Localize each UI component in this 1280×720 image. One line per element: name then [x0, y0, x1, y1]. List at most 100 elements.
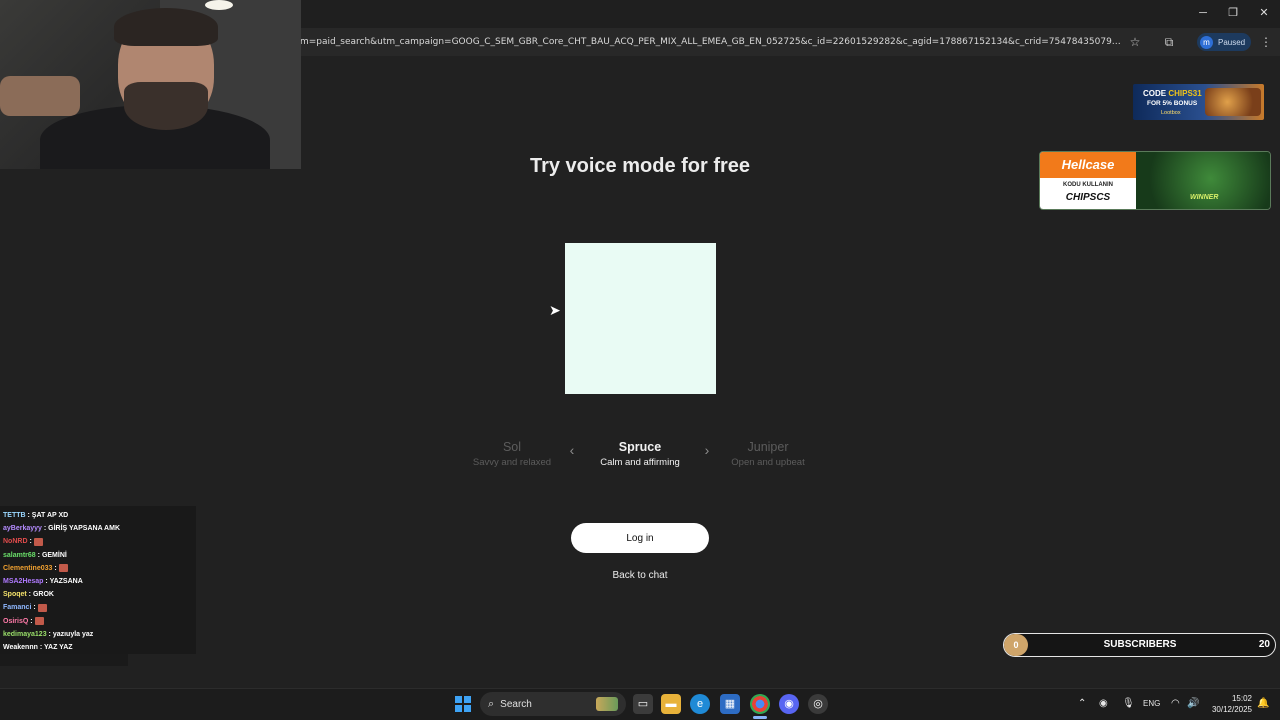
lootbox-ad-banner: CODE CHIPS31 FOR 5% BONUS Lootbox	[1133, 84, 1264, 120]
extensions-icon[interactable]: ⧉	[1160, 34, 1178, 50]
chevron-up-icon[interactable]: ⌃	[1078, 697, 1086, 711]
active-app-indicator	[753, 716, 767, 719]
chat-message: TETTB : ŞAT AP XD	[3, 510, 68, 521]
emote-icon	[33, 537, 43, 546]
restore-icon[interactable]: ❐	[1218, 4, 1248, 22]
url-field[interactable]: m=paid_search&utm_campaign=GOOG_C_SEM_GB…	[300, 34, 1122, 50]
hellcase-ad-banner: Hellcase KODU KULLANIN CHIPSCS WINNER	[1039, 151, 1271, 210]
discord-icon[interactable]: ◉	[779, 694, 799, 714]
chat-text: YAZ YAZ	[44, 644, 73, 651]
profile-avatar: m	[1200, 35, 1213, 49]
ad-code: CHIPS31	[1168, 89, 1202, 98]
emote-icon	[37, 603, 47, 612]
chat-text: ŞAT AP XD	[31, 512, 69, 519]
wifi-icon[interactable]: ◠	[1171, 697, 1180, 711]
voice-option-next[interactable]: Juniper Open and upbeat	[708, 440, 828, 470]
chat-message: Clementine033 :	[3, 563, 68, 574]
chat-separator: :	[52, 564, 59, 572]
webcam-lamp	[205, 0, 233, 10]
chat-username: Clementine033	[3, 564, 53, 572]
profile-status: Paused	[1218, 37, 1246, 47]
chat-username: kedimaya123	[3, 630, 47, 638]
chat-separator: :	[27, 538, 34, 546]
taskbar-clock[interactable]: 15:02 30/12/2025	[1196, 693, 1252, 715]
ad-code-prefix: CODE	[1143, 89, 1167, 98]
hellcase-code: CHIPSCS	[1065, 192, 1111, 203]
chat-text: yazıuyla yaz	[52, 630, 94, 638]
chat-message: Spoqet : GROK	[3, 589, 54, 600]
chat-message: kedimaya123 : yazıuyla yaz	[3, 629, 93, 640]
voice-name: Sol	[502, 440, 522, 454]
chat-username: NoNRD	[3, 538, 28, 546]
voice-name: Juniper	[747, 440, 789, 454]
chrome-icon[interactable]	[750, 694, 770, 714]
ad-brand: Lootbox	[1161, 110, 1181, 116]
ad-bonus-text: FOR 5% BONUS	[1147, 100, 1198, 107]
emote-icon	[58, 563, 68, 572]
chat-text: GROK	[32, 591, 54, 599]
profile-button[interactable]: m Paused	[1197, 33, 1251, 51]
search-label: Search	[500, 698, 532, 710]
chat-message: Weakennn : YAZ YAZ	[3, 642, 73, 653]
chat-message: ayBerkayyy : GİRİŞ YAPSANA AMK	[3, 523, 120, 534]
chat-username: Weakennn	[3, 644, 38, 651]
menu-icon[interactable]: ⋮	[1257, 34, 1275, 50]
star-icon[interactable]: ☆	[1126, 34, 1144, 50]
emote-icon	[34, 616, 44, 625]
edge-icon[interactable]: e	[690, 694, 710, 714]
mouse-cursor-icon: ➤	[549, 302, 561, 318]
voice-preview-orb	[565, 243, 716, 394]
chat-username: Famanci	[3, 604, 32, 612]
language-indicator[interactable]: ENG	[1143, 697, 1160, 711]
subscriber-label: SUBSCRIBERS	[1103, 639, 1177, 650]
subscriber-goal: 20	[1258, 639, 1270, 650]
back-to-chat-link[interactable]: Back to chat	[580, 570, 700, 581]
windows-start-icon[interactable]	[455, 696, 471, 712]
taskbar-search[interactable]: ⌕ Search	[480, 692, 626, 716]
close-icon[interactable]: ✕	[1249, 4, 1279, 22]
webcam-person-beard	[124, 82, 208, 130]
chevron-left-icon[interactable]: ‹	[564, 442, 580, 458]
clock-time: 15:02	[1231, 694, 1252, 703]
search-highlight-image	[596, 697, 618, 711]
webcam-sofa	[0, 76, 80, 116]
store-icon[interactable]: ▦	[720, 694, 740, 714]
microphone-icon[interactable]: 🎙	[1122, 697, 1135, 711]
search-icon: ⌕	[488, 697, 495, 710]
voice-option-current[interactable]: Spruce Calm and affirming	[580, 440, 700, 470]
chat-username: salamtr68	[3, 551, 36, 559]
voice-description: Savvy and relaxed	[472, 457, 552, 468]
chat-message: NoNRD :	[3, 536, 43, 547]
obs-icon[interactable]: ◎	[808, 694, 828, 714]
chat-username: MSA2Hesap	[3, 578, 44, 585]
chat-text: GİRİŞ YAPSANA AMK	[48, 525, 121, 533]
gems-image	[1205, 88, 1261, 116]
file-explorer-icon[interactable]: ▬	[661, 694, 681, 714]
notification-icon[interactable]: 🔔	[1257, 697, 1269, 711]
winner-badge: WINNER	[1190, 194, 1219, 201]
page-title: Try voice mode for free	[529, 155, 751, 177]
voice-option-prev[interactable]: Sol Savvy and relaxed	[452, 440, 572, 470]
chat-text: YAZSANA	[49, 578, 83, 585]
subscriber-count: 0	[1004, 634, 1028, 656]
chat-message: OsirisQ :	[3, 616, 44, 627]
voice-name: Spruce	[618, 440, 662, 454]
chat-message: Famanci :	[3, 602, 47, 613]
chat-username: Spoqet	[3, 591, 27, 599]
hellcase-logo: Hellcase	[1040, 152, 1136, 178]
chat-message: salamtr68 : GEMİNİ	[3, 550, 67, 561]
webcam-person-hair	[114, 8, 218, 46]
login-button[interactable]: Log in	[571, 523, 709, 553]
chat-footer	[0, 654, 128, 666]
chat-username: TETTB	[3, 512, 26, 519]
discord-tray-icon[interactable]: ◉	[1099, 697, 1108, 711]
hellcase-instruction: KODU KULLANIN	[1063, 182, 1113, 188]
chat-separator: :	[31, 604, 38, 612]
task-view-icon[interactable]: ▭	[633, 694, 653, 714]
chat-message: MSA2Hesap : YAZSANA	[3, 576, 83, 587]
chat-username: ayBerkayyy	[3, 525, 42, 533]
minimize-icon[interactable]: ─	[1188, 4, 1218, 22]
chat-separator: :	[28, 617, 35, 625]
chat-text: GEMİNİ	[41, 551, 67, 559]
voice-description: Calm and affirming	[600, 457, 680, 468]
